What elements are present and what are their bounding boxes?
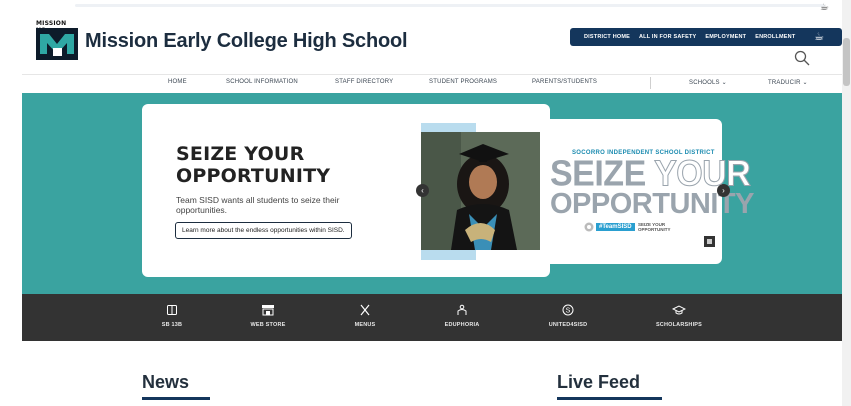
utility-link-district-home[interactable]: DISTRICT HOME: [584, 34, 630, 40]
book-icon: [167, 305, 177, 315]
quick-link-web-store[interactable]: WEB STORE: [228, 294, 308, 341]
nav-item-school-information[interactable]: SCHOOL INFORMATION: [226, 79, 298, 85]
chevron-left-icon[interactable]: ‹: [416, 184, 429, 197]
quick-link-label: MENUS: [354, 322, 376, 328]
hero-headline: SEIZE YOUR OPPORTUNITY: [176, 143, 366, 187]
utility-nav: DISTRICT HOME ALL IN FOR SAFETY EMPLOYME…: [570, 28, 842, 46]
dollar-circle-icon: S: [562, 304, 574, 316]
poster-mini-text: SEIZE YOUR OPPORTUNITY: [638, 222, 671, 232]
nav-dropdown-traducir-label: TRADUCIR: [768, 80, 801, 86]
hero-cta-button[interactable]: Learn more about the endless opportuniti…: [175, 222, 352, 239]
main-nav: HOME SCHOOL INFORMATION STAFF DIRECTORY …: [22, 74, 842, 92]
nav-item-home[interactable]: HOME: [168, 79, 187, 85]
hero-banner: SEIZE YOUR OPPORTUNITY Team SISD wants a…: [22, 93, 842, 294]
utensils-icon: [360, 304, 370, 316]
school-logo[interactable]: MISSION HS: [36, 20, 78, 60]
logo-mark: [36, 28, 78, 60]
district-seal-icon: [584, 222, 594, 232]
graduation-person-icon: [457, 304, 467, 315]
quick-links-bar: SB 13B WEB STORE MENUS EDUPHORIA S UNITE…: [22, 294, 842, 341]
quick-link-menus[interactable]: MENUS: [325, 294, 405, 341]
chevron-down-icon: ⌄: [802, 80, 808, 86]
quick-link-label: UNITED4SISD: [548, 322, 588, 328]
quick-link-sb13b[interactable]: SB 13B: [132, 294, 212, 341]
quick-link-eduphoria[interactable]: EDUPHORIA: [422, 294, 502, 341]
quick-link-label: SCHOLARSHIPS: [655, 322, 703, 328]
quick-link-united4sisd[interactable]: S UNITED4SISD: [528, 294, 608, 341]
utility-link-employment[interactable]: EMPLOYMENT: [705, 34, 746, 40]
search-icon[interactable]: [794, 50, 810, 66]
hero-poster: SOCORRO INDEPENDENT SCHOOL DISTRICT SEIZ…: [540, 119, 754, 264]
live-feed-underline: [557, 397, 662, 400]
nav-dropdown-schools-label: SCHOOLS: [689, 80, 720, 86]
quick-link-label: EDUPHORIA: [444, 322, 480, 328]
scrollbar-thumb[interactable]: [843, 38, 850, 86]
coffee-cup-icon[interactable]: ☕︎: [814, 30, 824, 43]
quick-link-label: SB 13B: [161, 322, 183, 328]
nav-dropdown-traducir[interactable]: TRADUCIR ⌄: [768, 79, 808, 86]
nav-item-student-programs[interactable]: STUDENT PROGRAMS: [429, 79, 497, 85]
browser-top-strip: [75, 4, 825, 7]
live-feed-heading: Live Feed: [557, 372, 641, 392]
store-icon: [262, 305, 274, 316]
poster-hashtag: #TeamSISD: [596, 223, 635, 231]
hero-headline-line1: SEIZE YOUR: [176, 143, 305, 165]
news-heading: News: [142, 372, 190, 392]
hero-subtext: Team SISD wants all students to seize th…: [176, 195, 340, 215]
utility-link-enrollment[interactable]: ENROLLMENT: [755, 34, 795, 40]
nav-item-staff-directory[interactable]: STAFF DIRECTORY: [335, 79, 393, 85]
poster-mini-2: OPPORTUNITY: [638, 227, 671, 232]
school-name[interactable]: Mission Early College High School: [85, 30, 408, 53]
news-underline: [142, 397, 210, 400]
quick-link-scholarships[interactable]: SCHOLARSHIPS: [639, 294, 719, 341]
site-header: MISSION HS Mission Early College High Sc…: [22, 12, 842, 74]
svg-text:S: S: [566, 308, 571, 315]
quick-link-label: WEB STORE: [250, 322, 286, 328]
nav-item-parents-students[interactable]: PARENTS/STUDENTS: [532, 79, 597, 85]
scrollbar[interactable]: [842, 0, 851, 406]
mortarboard-icon: [672, 305, 686, 315]
hero-headline-line2: OPPORTUNITY: [176, 165, 331, 187]
chevron-down-icon: ⌄: [721, 80, 727, 86]
chevron-right-icon[interactable]: ›: [717, 184, 730, 197]
nav-dropdown-schools[interactable]: SCHOOLS ⌄: [689, 79, 727, 86]
pause-icon[interactable]: [704, 236, 715, 247]
utility-link-all-in-for-safety[interactable]: ALL IN FOR SAFETY: [639, 34, 696, 40]
nav-divider: [650, 77, 651, 89]
graduate-photo: [421, 132, 541, 250]
